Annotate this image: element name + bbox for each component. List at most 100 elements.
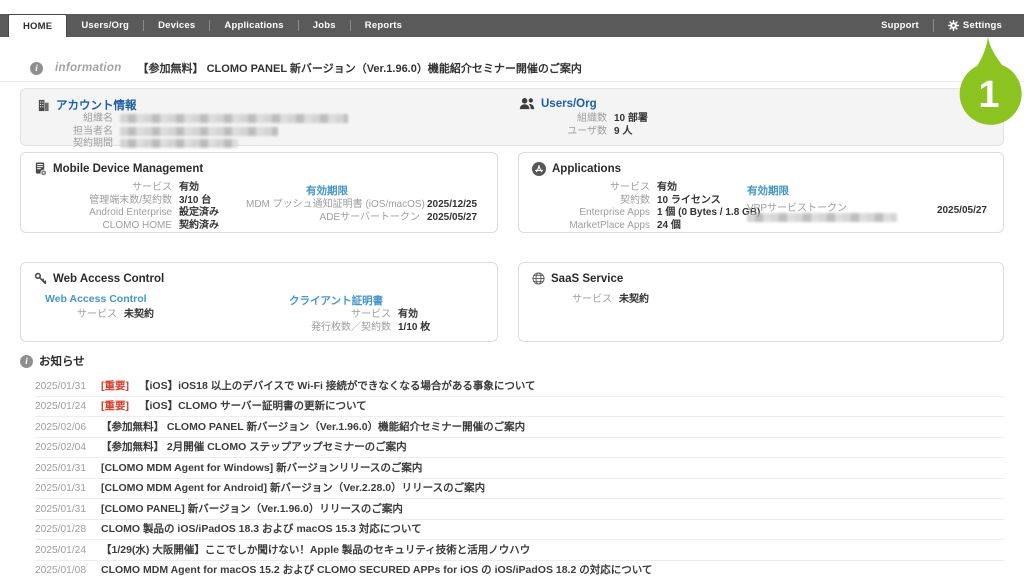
notice-date: 2025/01/31 — [35, 483, 91, 495]
notice-text: 【iOS】CLOMO サーバー証明書の更新について — [139, 400, 367, 412]
mdm-card: Mobile Device Management サービス 有効 管理端末数/契… — [20, 152, 498, 233]
app-store-icon — [532, 162, 546, 176]
field-value: 未契約 — [124, 309, 154, 321]
topbar-right-group: Support Settings — [871, 14, 1024, 37]
mdm-title: Mobile Device Management — [53, 163, 203, 175]
field-value: 設定済み — [179, 207, 219, 219]
field-label: 管理端末数/契約数 — [34, 195, 172, 207]
saas-title: SaaS Service — [551, 273, 623, 285]
notice-row[interactable]: 2025/01/31 [重要] 【iOS】iOS18 以上のデバイスで Wi-F… — [35, 376, 1004, 397]
notice-row[interactable]: 2025/01/24 【1/29(水) 大阪開催】ここでしか聞けない！Apple… — [35, 540, 1004, 561]
field-label: 発行枚数／契約数 — [289, 322, 391, 334]
notice-row[interactable]: 2025/01/28 CLOMO 製品の iOS/iPadOS 18.3 および… — [35, 520, 1004, 541]
account-info-rows: 組織名 担当者名 契約期間 — [37, 113, 348, 150]
information-bar: i information 【参加無料】 CLOMO PANEL 新バージョン（… — [0, 55, 1024, 82]
account-info-heading: アカウント情報 — [37, 97, 137, 113]
field-value: 契約済み — [179, 220, 219, 232]
tab-applications[interactable]: Applications — [210, 14, 297, 37]
notice-text: [CLOMO MDM Agent for Android] 新バージョン（Ver… — [101, 482, 485, 494]
notice-date: 2025/02/04 — [35, 442, 91, 454]
applications-rows: サービス 有効 契約数 10 ライセンス Enterprise Apps 1 個… — [532, 182, 760, 231]
notice-row[interactable]: 2025/02/06 【参加無料】 CLOMO PANEL 新バージョン（Ver… — [35, 417, 1004, 438]
saas-rows: サービス 未契約 — [532, 294, 649, 306]
settings-label: Settings — [963, 20, 1002, 31]
globe-icon — [532, 272, 545, 285]
vpp-token-label: VPPサービストークン — [747, 199, 847, 214]
callout-number: 1 — [978, 74, 999, 116]
saas-service-card: SaaS Service サービス 未契約 — [518, 262, 1004, 342]
building-icon — [37, 99, 50, 112]
gear-icon — [948, 20, 959, 31]
field-value: 9 人 — [614, 126, 648, 138]
field-label: 担当者名 — [37, 126, 113, 138]
field-value: 24 個 — [657, 220, 760, 232]
field-label: ADEサーバートークン — [246, 212, 420, 224]
field-value: 10 ライセンス — [657, 195, 760, 207]
notice-row[interactable]: 2025/01/08 CLOMO MDM Agent for macOS 15.… — [35, 561, 1004, 576]
notice-text: 【参加無料】 CLOMO PANEL 新バージョン（Ver.1.96.0）機能紹… — [101, 421, 525, 433]
notice-row[interactable]: 2025/01/31 [CLOMO MDM Agent for Android]… — [35, 479, 1004, 500]
notice-date: 2025/01/28 — [35, 524, 91, 536]
field-label: MDM プッシュ通知証明書 (iOS/macOS) — [246, 199, 420, 211]
field-value: 10 部署 — [614, 113, 648, 125]
notice-date: 2025/01/31 — [35, 381, 91, 393]
wac-left-rows: サービス 未契約 — [45, 309, 154, 321]
notice-text: 【参加無料】 2月開催 CLOMO ステップアップセミナーのご案内 — [101, 441, 407, 453]
settings-button[interactable]: Settings — [938, 20, 1012, 31]
notice-text: [CLOMO MDM Agent for Windows] 新バージョンリリース… — [101, 462, 422, 474]
device-management-icon — [34, 162, 47, 176]
notice-list: 2025/01/31 [重要] 【iOS】iOS18 以上のデバイスで Wi-F… — [35, 376, 1004, 576]
notice-date: 2025/01/24 — [35, 401, 91, 413]
tab-users-org[interactable]: Users/Org — [67, 14, 143, 37]
field-value: 2025/12/25 — [427, 199, 477, 211]
wac-service-link[interactable]: Web Access Control — [45, 293, 147, 305]
support-link[interactable]: Support — [871, 20, 929, 31]
field-value: 1 個 (0 Bytes / 1.8 GB) — [657, 207, 760, 219]
field-label: 組織名 — [37, 113, 113, 125]
tab-home[interactable]: HOME — [8, 14, 67, 37]
redacted-value — [120, 127, 278, 136]
notices-title: お知らせ — [39, 353, 85, 369]
notice-row[interactable]: 2025/01/24 [重要] 【iOS】CLOMO サーバー証明書の更新につい… — [35, 397, 1004, 418]
users-org-rows: 組織数 10 部署 ユーザ数 9 人 — [519, 113, 648, 137]
info-icon: i — [30, 62, 43, 75]
field-label: CLOMO HOME — [34, 220, 172, 232]
field-label: サービス — [34, 182, 172, 194]
notice-icon: i — [20, 355, 33, 368]
field-label: サービス — [532, 182, 650, 194]
information-label: information — [55, 62, 122, 74]
notice-row[interactable]: 2025/02/04 【参加無料】 2月開催 CLOMO ステップアップセミナー… — [35, 438, 1004, 459]
tab-devices[interactable]: Devices — [144, 14, 209, 37]
notices-heading: i お知らせ — [20, 353, 1004, 369]
web-access-control-card: Web Access Control Web Access Control サー… — [20, 262, 498, 342]
users-org-title: Users/Org — [541, 98, 597, 110]
mdm-expiry-rows: MDM プッシュ通知証明書 (iOS/macOS) 2025/12/25 ADE… — [246, 199, 477, 223]
field-label: Android Enterprise — [34, 207, 172, 219]
tab-reports[interactable]: Reports — [351, 14, 416, 37]
notice-date: 2025/01/31 — [35, 463, 91, 475]
field-value: 未契約 — [619, 294, 649, 306]
field-value: 1/10 枚 — [398, 322, 430, 334]
wac-heading: Web Access Control — [34, 272, 164, 285]
notice-row[interactable]: 2025/01/31 [CLOMO PANEL] 新バージョン（Ver.1.96… — [35, 499, 1004, 520]
top-navigation-bar: HOME Users/Org Devices Applications Jobs… — [0, 14, 1024, 37]
mdm-expiry-link[interactable]: 有効期限 — [306, 183, 348, 198]
field-value: 3/10 台 — [179, 195, 219, 207]
notice-date: 2025/01/31 — [35, 504, 91, 516]
notices-section: i お知らせ 2025/01/31 [重要] 【iOS】iOS18 以上のデバイ… — [20, 353, 1004, 576]
users-org-heading[interactable]: Users/Org — [519, 97, 597, 110]
field-label: サービス — [532, 294, 612, 306]
notice-date: 2025/02/06 — [35, 422, 91, 434]
notice-row[interactable]: 2025/01/31 [CLOMO MDM Agent for Windows]… — [35, 458, 1004, 479]
field-label: ユーザ数 — [519, 126, 607, 138]
field-value: 有効 — [179, 182, 219, 194]
field-label: 組織数 — [519, 113, 607, 125]
clomo-panel-home: HOME Users/Org Devices Applications Jobs… — [0, 0, 1024, 576]
applications-title: Applications — [552, 163, 621, 175]
applications-expiry-link[interactable]: 有効期限 — [747, 183, 789, 198]
notice-text: CLOMO 製品の iOS/iPadOS 18.3 および macOS 15.3… — [101, 523, 422, 535]
field-value: 有効 — [398, 309, 430, 321]
client-certificate-link[interactable]: クライアント証明書 — [289, 293, 383, 308]
information-message[interactable]: 【参加無料】 CLOMO PANEL 新バージョン（Ver.1.96.0）機能紹… — [138, 60, 582, 76]
tab-jobs[interactable]: Jobs — [299, 14, 350, 37]
